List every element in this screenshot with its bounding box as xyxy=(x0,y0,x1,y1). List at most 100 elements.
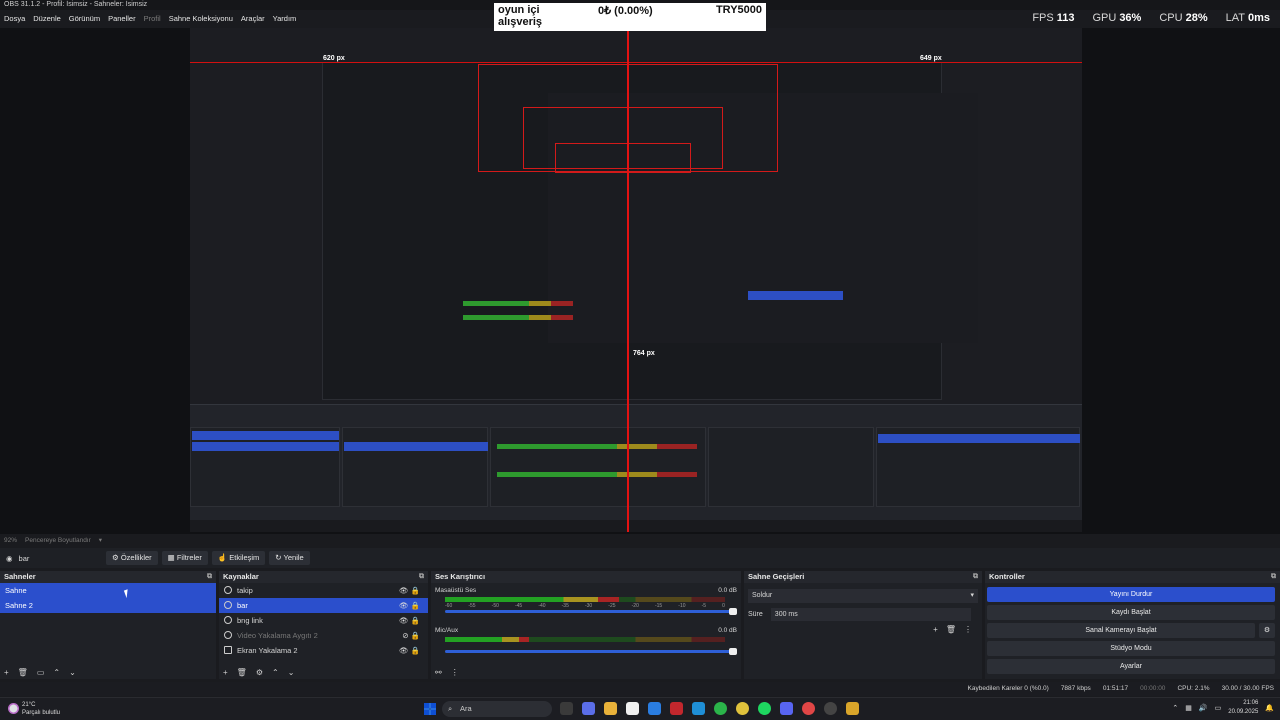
zoom-level[interactable]: 92% xyxy=(4,536,17,546)
up-icon[interactable]: ⌃ xyxy=(272,668,279,677)
windows-start-icon[interactable] xyxy=(424,703,436,715)
start-recording-button[interactable]: Kaydı Başlat xyxy=(987,605,1275,620)
fps-stat: FPS 113 xyxy=(1032,12,1075,24)
duration-input[interactable]: 300 ms xyxy=(770,608,971,621)
source-item[interactable]: Ekran Yakalama 2 👁 🔒 xyxy=(219,643,428,658)
trash-icon[interactable]: 🗑 xyxy=(946,625,956,634)
gear-icon[interactable]: ⚙ xyxy=(1259,623,1275,638)
visibility-lock-icons[interactable]: 👁 🔒 xyxy=(399,583,420,598)
link-icon[interactable]: ⚯ xyxy=(435,668,442,677)
dock-float-icon[interactable]: ⧉ xyxy=(419,571,424,583)
obs-icon[interactable] xyxy=(824,702,837,715)
duration-field: Süre 300 ms xyxy=(748,608,971,621)
mini-scenes xyxy=(190,427,340,507)
menu-icon[interactable]: ⋮ xyxy=(964,625,972,634)
chevron-up-icon[interactable]: ⌃ xyxy=(1172,704,1178,712)
guide-label-right: 649 px xyxy=(920,55,942,62)
chevron-down-icon[interactable]: ▾ xyxy=(99,536,102,546)
mixer-title: Ses Karıştırıcı xyxy=(431,571,741,583)
properties-button[interactable]: ⚙ Özellikler xyxy=(106,551,158,565)
settings-button[interactable]: Ayarlar xyxy=(987,659,1275,674)
clock[interactable]: 21:06 20.09.2025 xyxy=(1228,699,1258,717)
preview-canvas[interactable]: 620 px 649 px 764 px xyxy=(190,28,1082,532)
channel-db: 0.0 dB xyxy=(718,587,737,594)
filters-button[interactable]: ▦ Filtreler xyxy=(161,551,208,565)
visibility-lock-icons[interactable]: 👁 🔒 xyxy=(399,613,420,628)
meter-fill xyxy=(445,637,529,642)
controls-title: Kontroller ⧉ xyxy=(985,571,1280,583)
menu-help[interactable]: Yardım xyxy=(273,12,297,26)
mini-transitions xyxy=(708,427,874,507)
stop-stream-button[interactable]: Yayını Durdur xyxy=(987,587,1275,602)
copilot-icon[interactable] xyxy=(582,702,595,715)
transition-select[interactable]: Soldur xyxy=(748,589,978,603)
spotify-icon[interactable] xyxy=(758,702,771,715)
mini-meter xyxy=(463,315,573,320)
scene-item[interactable]: Sahne xyxy=(0,583,216,598)
chrome-icon[interactable] xyxy=(736,702,749,715)
trash-icon[interactable]: 🗑 xyxy=(18,668,28,677)
store-icon[interactable] xyxy=(626,702,639,715)
performance-stats: FPS 113 GPU 36% CPU 28% LAT 0ms xyxy=(1032,12,1270,24)
battery-icon[interactable]: ▭ xyxy=(1215,704,1222,712)
taskbar-search[interactable]: ⌕ Ara xyxy=(442,701,552,717)
add-icon[interactable]: + xyxy=(223,668,228,677)
fps-status: 30.00 / 30.00 FPS xyxy=(1221,685,1274,692)
notification-icon[interactable]: 🔔 xyxy=(1265,704,1274,712)
menu-view[interactable]: Görünüm xyxy=(69,12,100,26)
source-item[interactable]: takip 👁 🔒 xyxy=(219,583,428,598)
edge-icon[interactable] xyxy=(692,702,705,715)
refresh-button[interactable]: ↻ Yenile xyxy=(269,551,310,565)
menu-icon[interactable]: ⋮ xyxy=(451,668,459,677)
dock-float-icon[interactable]: ⧉ xyxy=(1271,571,1276,583)
add-icon[interactable]: + xyxy=(4,668,9,677)
scene-icon: ◉ xyxy=(6,553,13,563)
start-virtual-camera-button[interactable]: Sanal Kamerayı Başlat xyxy=(987,623,1255,638)
whatsapp-icon[interactable] xyxy=(714,702,727,715)
network-icon[interactable]: ▦ xyxy=(1185,704,1192,712)
source-item[interactable]: bng link 👁 🔒 xyxy=(219,613,428,628)
menu-file[interactable]: Dosya xyxy=(4,12,25,26)
opera-icon[interactable] xyxy=(670,702,683,715)
volume-slider[interactable] xyxy=(445,608,737,615)
trash-icon[interactable]: 🗑 xyxy=(237,668,247,677)
add-icon[interactable]: + xyxy=(933,625,938,634)
menu-profile[interactable]: Profil xyxy=(144,12,161,26)
menu-scene-collection[interactable]: Sahne Koleksiyonu xyxy=(169,12,233,26)
app-icon[interactable] xyxy=(846,702,859,715)
goal-target: TRY5000 xyxy=(715,4,762,16)
scene-item[interactable]: Sahne 2 xyxy=(0,598,216,613)
mini-sources xyxy=(342,427,488,507)
selection-box xyxy=(555,143,691,173)
discord-icon[interactable] xyxy=(780,702,793,715)
up-icon[interactable]: ⌃ xyxy=(53,668,60,677)
source-item[interactable]: Video Yakalama Aygıtı 2 ⊘ 🔒 xyxy=(219,628,428,643)
weather-widget[interactable]: 21°C Parçalı bulutlu xyxy=(22,701,60,717)
gear-icon[interactable]: ⚙ xyxy=(256,668,263,677)
source-item[interactable]: bar 👁 🔒 xyxy=(219,598,428,613)
weather-icon xyxy=(8,703,19,714)
interact-button[interactable]: ☝ Etkileşim xyxy=(211,551,266,565)
volume-slider[interactable] xyxy=(445,648,737,655)
mail-icon[interactable] xyxy=(648,702,661,715)
down-icon[interactable]: ⌄ xyxy=(69,668,76,677)
menu-edit[interactable]: Düzenle xyxy=(33,12,61,26)
mini-meter xyxy=(463,301,573,306)
guide-line-horizontal xyxy=(190,62,1082,63)
dock-float-icon[interactable]: ⧉ xyxy=(207,571,212,583)
task-view-icon[interactable] xyxy=(560,702,573,715)
visibility-lock-icons[interactable]: 👁 🔒 xyxy=(399,598,420,613)
volume-icon[interactable]: 🔊 xyxy=(1199,704,1208,712)
zoom-mode[interactable]: Pencereye Boyutlandır xyxy=(25,536,91,546)
filter-icon[interactable]: ▭ xyxy=(37,668,45,677)
chrome-icon[interactable] xyxy=(802,702,815,715)
sources-toolbar: + 🗑 ⚙ ⌃ ⌄ xyxy=(223,668,294,677)
down-icon[interactable]: ⌄ xyxy=(288,668,295,677)
file-explorer-icon[interactable] xyxy=(604,702,617,715)
menu-tools[interactable]: Araçlar xyxy=(241,12,265,26)
visibility-lock-icons[interactable]: ⊘ 🔒 xyxy=(402,628,420,643)
menu-docks[interactable]: Paneller xyxy=(108,12,136,26)
dock-float-icon[interactable]: ⧉ xyxy=(973,571,978,583)
studio-mode-button[interactable]: Stüdyo Modu xyxy=(987,641,1275,656)
visibility-lock-icons[interactable]: 👁 🔒 xyxy=(399,643,420,658)
